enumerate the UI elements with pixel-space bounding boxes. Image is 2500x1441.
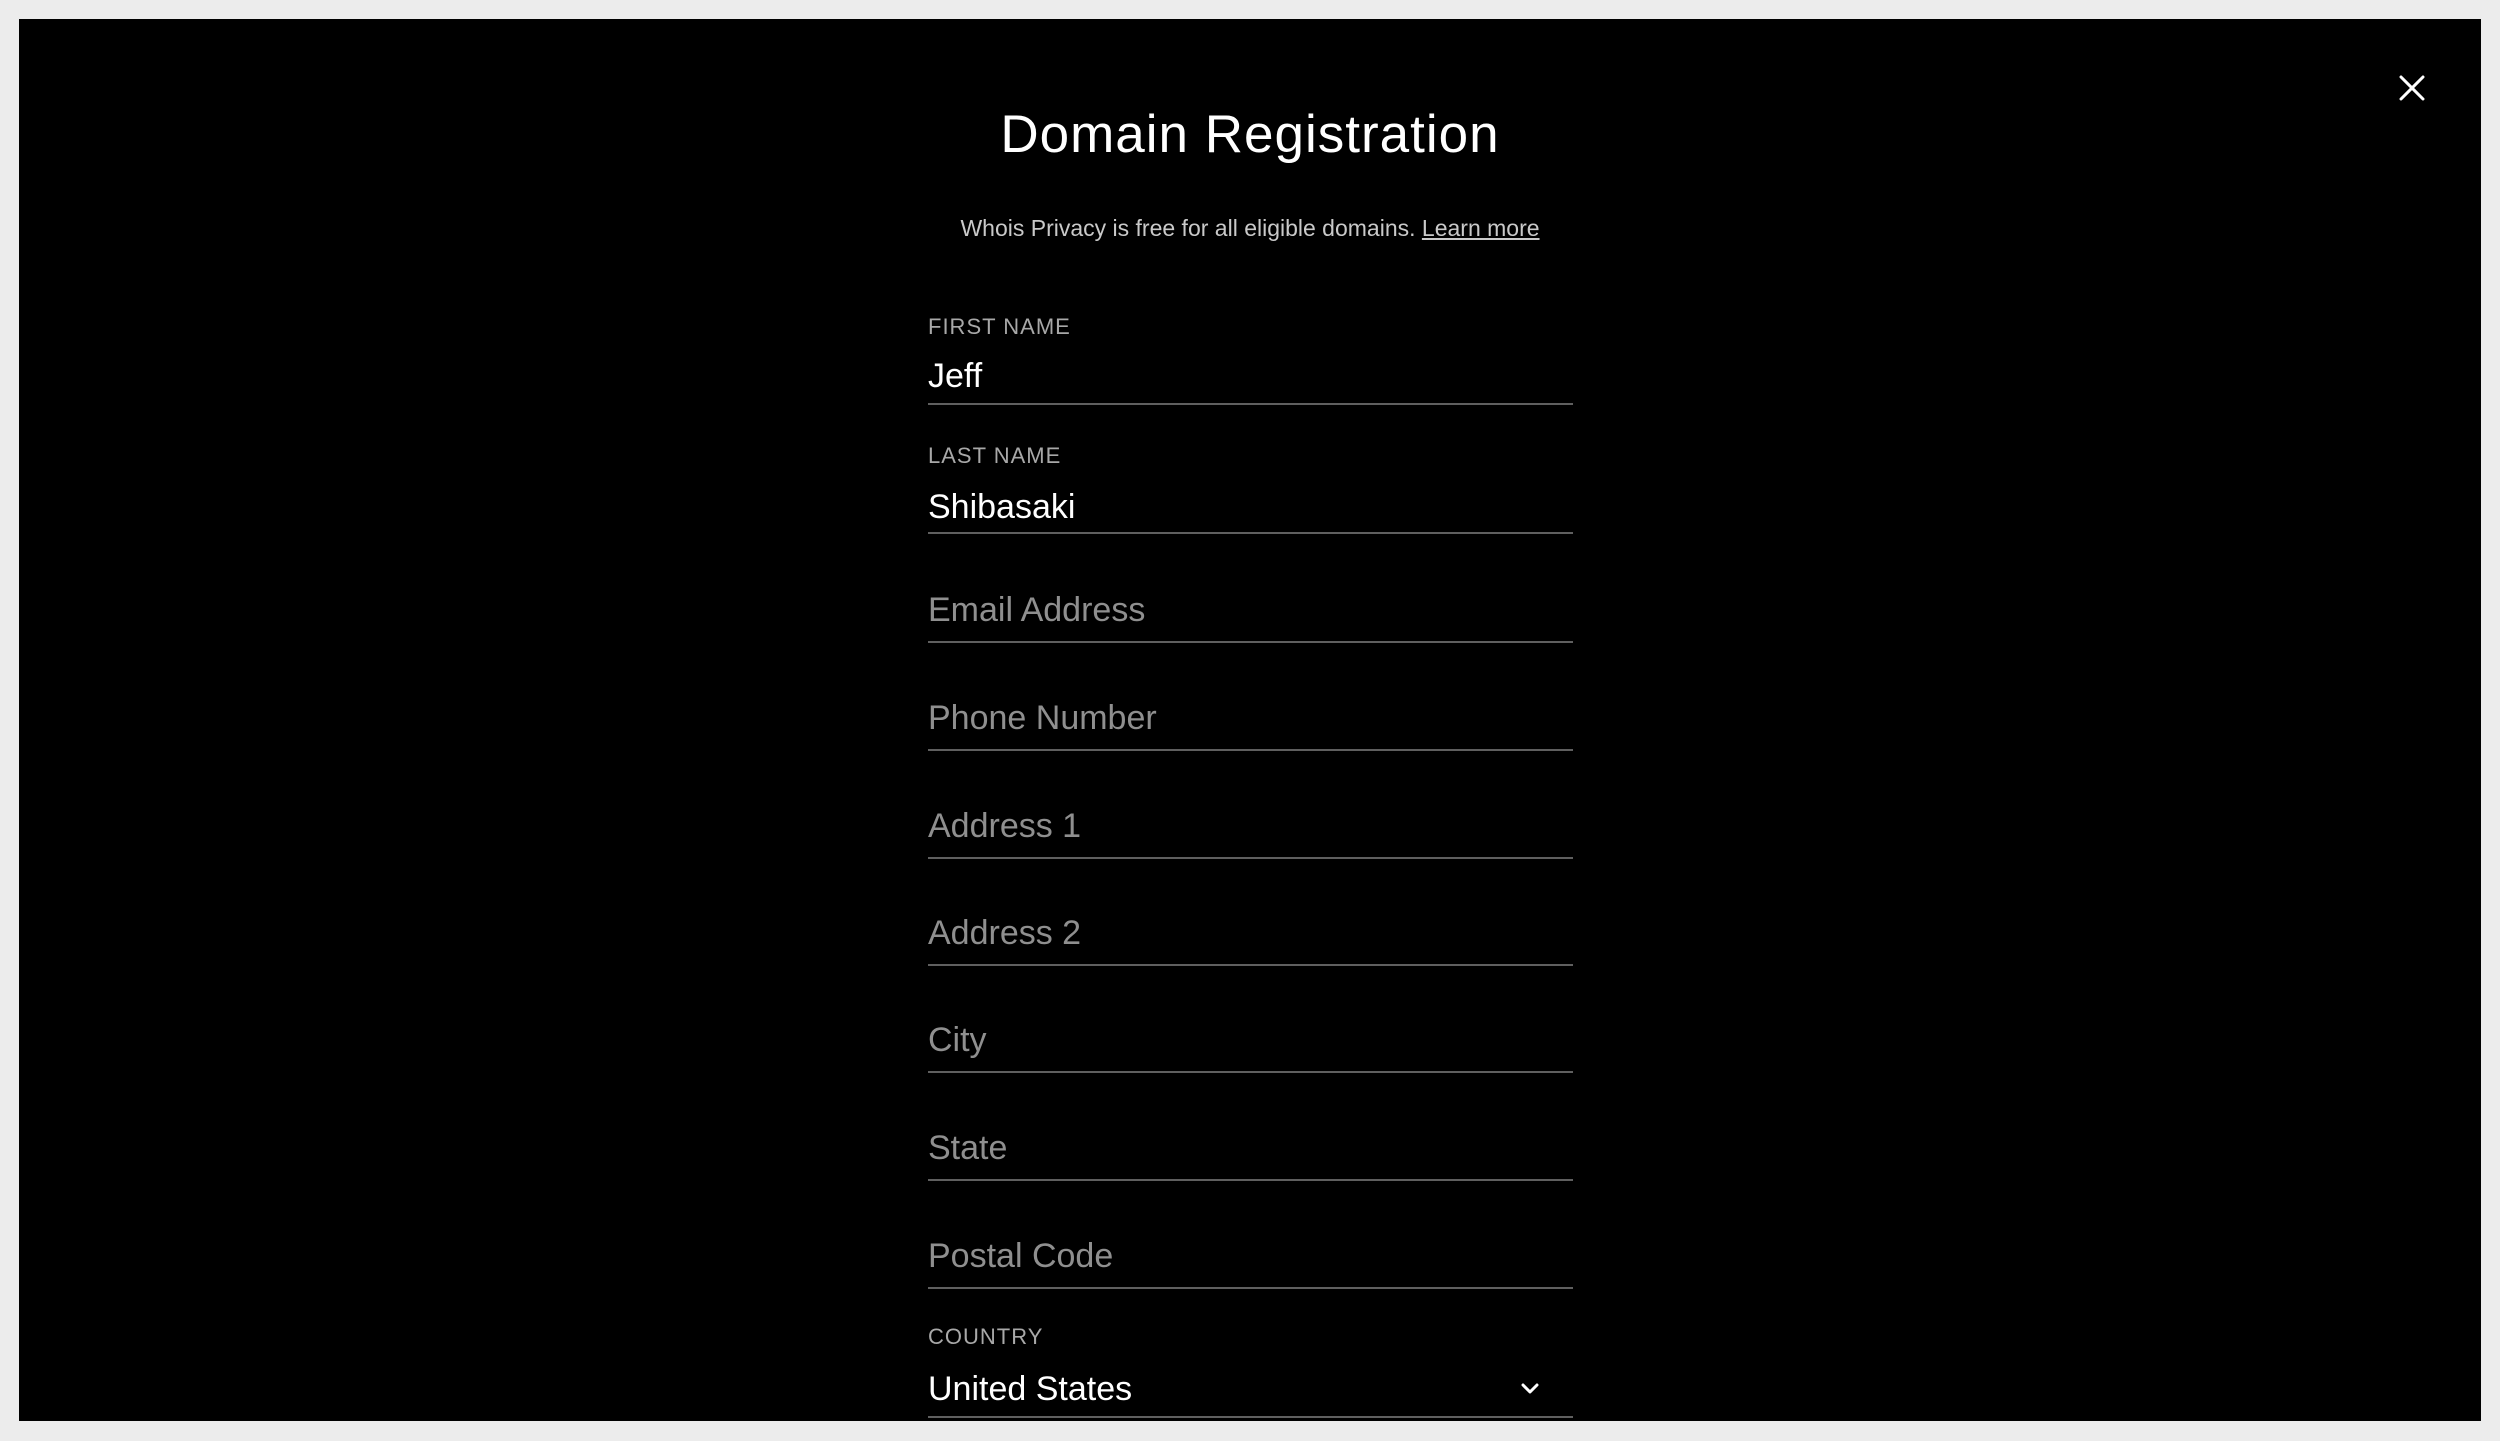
phone-field[interactable] (928, 661, 1573, 751)
phone-input[interactable] (928, 699, 1528, 738)
state-input[interactable] (928, 1129, 1528, 1168)
address1-field[interactable] (928, 769, 1573, 859)
country-field[interactable]: COUNTRY United States (928, 1302, 1573, 1418)
city-field[interactable] (928, 983, 1573, 1073)
state-field[interactable] (928, 1091, 1573, 1181)
country-label: COUNTRY (928, 1324, 1044, 1349)
postal-code-field[interactable] (928, 1199, 1573, 1289)
country-select[interactable]: United States (928, 1372, 1528, 1406)
address1-input[interactable] (928, 807, 1528, 846)
first-name-input[interactable]: Jeff (928, 359, 1528, 393)
email-field[interactable] (928, 553, 1573, 643)
last-name-input[interactable]: Shibasaki (928, 490, 1528, 524)
email-input[interactable] (928, 591, 1528, 630)
domain-registration-dialog: Domain Registration Whois Privacy is fre… (19, 19, 2481, 1421)
address2-field[interactable] (928, 876, 1573, 966)
city-input[interactable] (928, 1021, 1528, 1060)
registration-form: FIRST NAME Jeff LAST NAME Shibasaki Emai… (928, 19, 1573, 1421)
address2-input[interactable] (928, 914, 1528, 953)
chevron-down-icon[interactable] (1519, 1378, 1541, 1400)
postal-code-input[interactable] (928, 1237, 1528, 1276)
close-icon (2399, 75, 2425, 101)
first-name-field[interactable]: FIRST NAME Jeff (928, 289, 1573, 405)
last-name-field[interactable]: LAST NAME Shibasaki (928, 420, 1573, 534)
first-name-label: FIRST NAME (928, 314, 1071, 339)
last-name-label: LAST NAME (928, 443, 1062, 468)
close-button[interactable] (2393, 69, 2431, 107)
